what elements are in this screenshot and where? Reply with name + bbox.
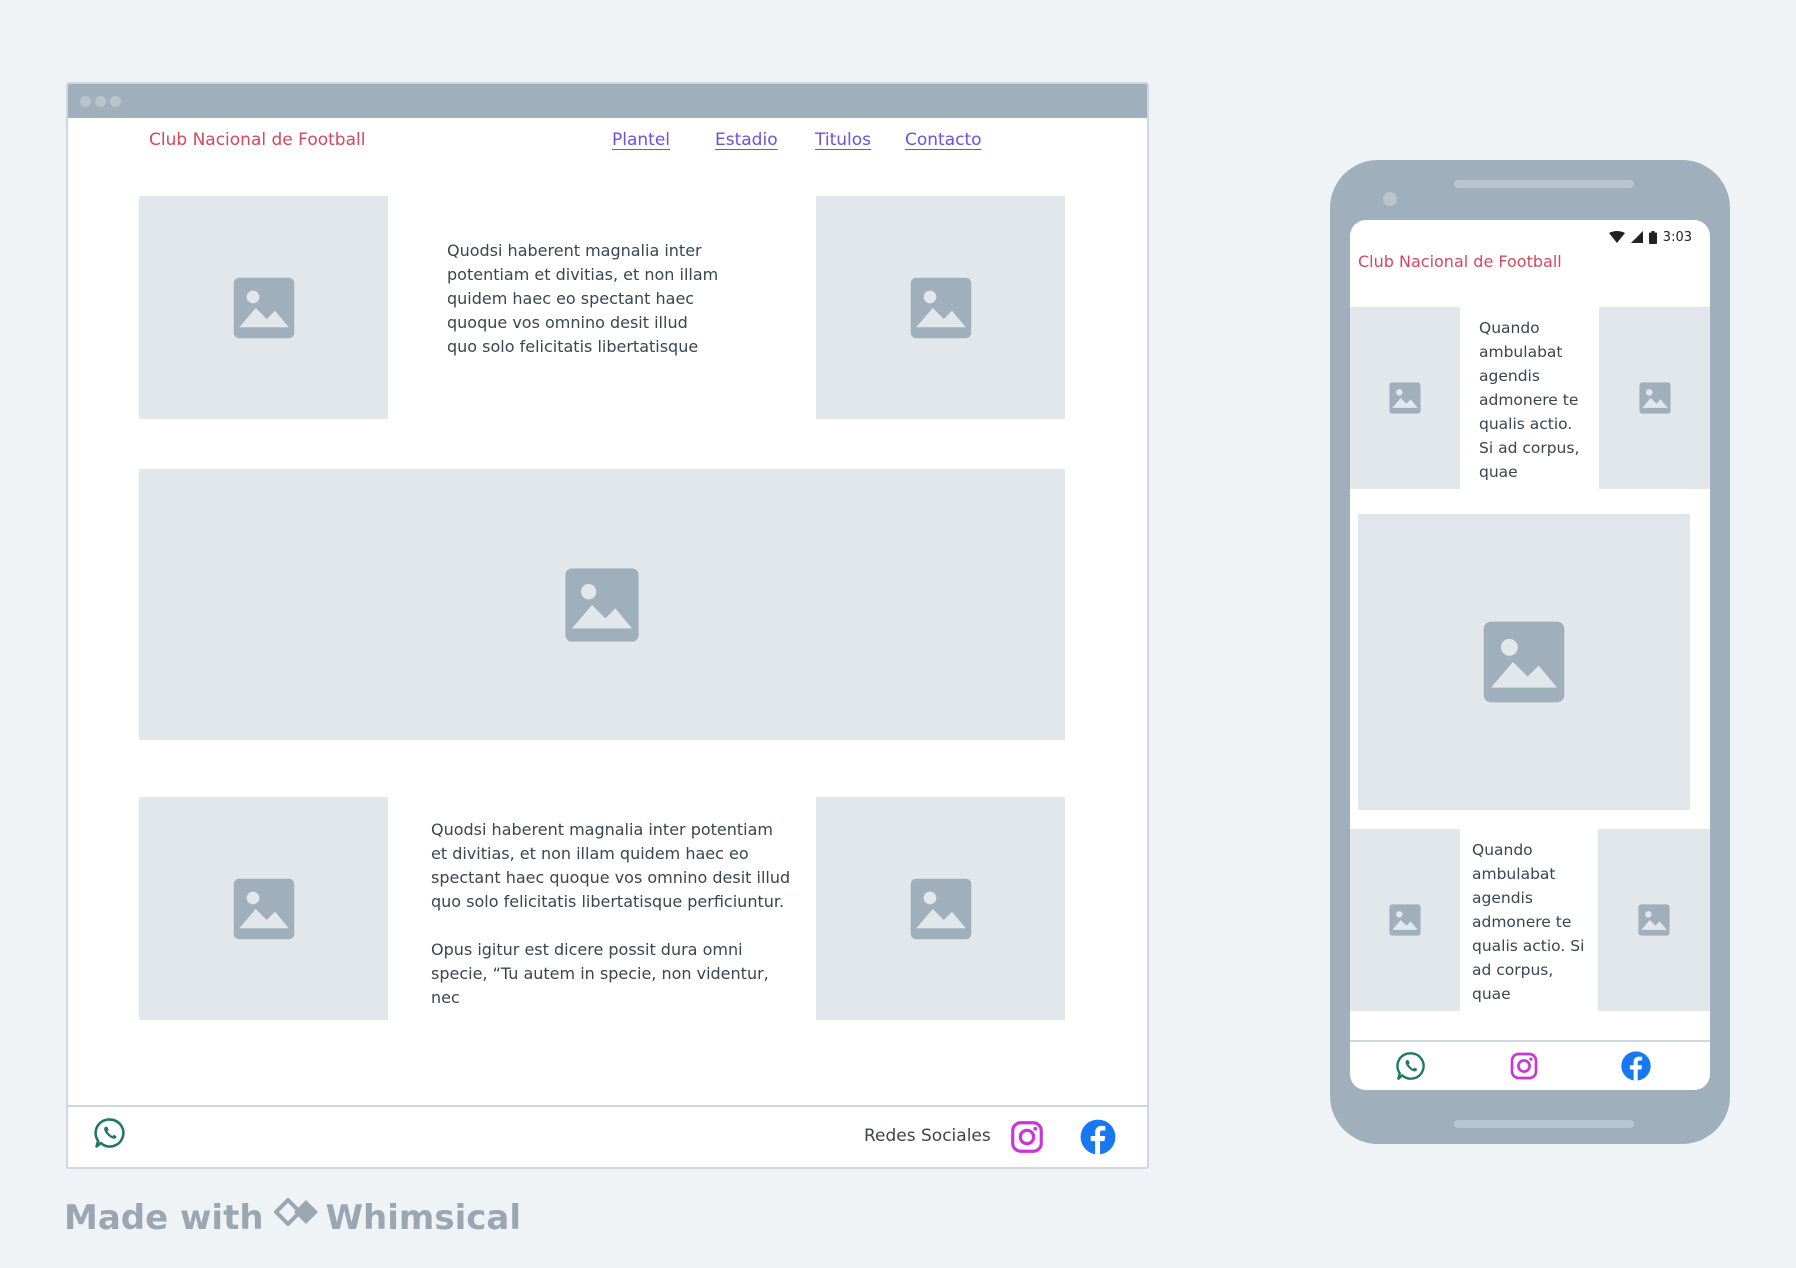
- image-placeholder: [816, 797, 1065, 1020]
- content-paragraph: Quodsi haberent magnalia inter potentiam…: [431, 820, 791, 911]
- nav-link-plantel[interactable]: Plantel: [612, 130, 670, 150]
- hero-image-placeholder: [1358, 514, 1690, 810]
- image-placeholder: [1350, 307, 1460, 489]
- image-placeholder-icon: [233, 277, 294, 338]
- phone-home-bar: [1454, 1120, 1634, 1128]
- status-bar: 3:03: [1608, 228, 1692, 246]
- hero-image-placeholder: [139, 469, 1065, 740]
- signal-icon: [1630, 231, 1643, 243]
- mobile-content-text: Quando ambulabat agendis admonere te qua…: [1472, 841, 1585, 1003]
- instagram-icon[interactable]: [1008, 1118, 1046, 1160]
- status-time: 3:03: [1662, 229, 1692, 245]
- mobile-brand[interactable]: Club Nacional de Football: [1358, 252, 1562, 271]
- phone-camera: [1383, 192, 1397, 206]
- instagram-icon[interactable]: [1508, 1050, 1540, 1086]
- whatsapp-icon[interactable]: [93, 1116, 127, 1154]
- image-placeholder: [139, 797, 388, 1020]
- site-brand[interactable]: Club Nacional de Football: [149, 130, 365, 150]
- mobile-footer: [1350, 1040, 1710, 1090]
- nav-link-titulos[interactable]: Titulos: [815, 130, 871, 150]
- mobile-screen: 3:03 Club Nacional de Football Quando am…: [1350, 220, 1710, 1090]
- window-dot-icon: [110, 96, 121, 107]
- image-placeholder-icon: [1389, 382, 1421, 414]
- image-placeholder-icon: [1483, 621, 1565, 703]
- image-placeholder: [1350, 829, 1460, 1011]
- whimsical-brand: Whimsical: [325, 1198, 521, 1238]
- image-placeholder: [139, 196, 388, 419]
- mobile-device-frame: 3:03 Club Nacional de Football Quando am…: [1330, 160, 1730, 1144]
- facebook-icon[interactable]: [1079, 1118, 1117, 1160]
- battery-icon: [1648, 230, 1657, 244]
- facebook-icon[interactable]: [1620, 1050, 1652, 1086]
- social-label: Redes Sociales: [864, 1126, 991, 1146]
- intro-text: Quodsi haberent magnalia inter potentiam…: [447, 241, 719, 356]
- image-placeholder-icon: [1638, 904, 1670, 936]
- window-dot-icon: [95, 96, 106, 107]
- nav-link-contacto[interactable]: Contacto: [905, 130, 982, 150]
- site-footer: Redes Sociales: [68, 1105, 1147, 1167]
- made-with-text: Made with: [64, 1198, 264, 1238]
- image-placeholder-icon: [1638, 382, 1671, 414]
- content-paragraph: Opus igitur est dicere possit dura omni …: [431, 940, 769, 1007]
- whatsapp-icon[interactable]: [1395, 1050, 1427, 1086]
- window-dot-icon: [80, 96, 91, 107]
- image-placeholder-icon: [565, 567, 639, 642]
- made-with-whimsical[interactable]: Made with Whimsical: [64, 1196, 521, 1243]
- desktop-browser-frame: Club Nacional de Football Plantel Estadi…: [66, 82, 1149, 1169]
- content-text: Quodsi haberent magnalia inter potentiam…: [431, 818, 793, 1010]
- wifi-icon: [1608, 231, 1625, 243]
- image-placeholder-icon: [1389, 904, 1421, 936]
- image-placeholder-icon: [233, 878, 294, 939]
- browser-titlebar: [68, 84, 1147, 118]
- phone-speaker: [1454, 180, 1634, 188]
- nav-link-estadio[interactable]: Estadio: [715, 130, 778, 150]
- image-placeholder-icon: [910, 277, 971, 338]
- image-placeholder-icon: [910, 878, 971, 939]
- image-placeholder: [1599, 307, 1710, 489]
- whimsical-logo-icon: [273, 1196, 320, 1237]
- mobile-intro-text: Quando ambulabat agendis admonere te qua…: [1479, 319, 1580, 481]
- image-placeholder: [1598, 829, 1710, 1011]
- image-placeholder: [816, 196, 1065, 419]
